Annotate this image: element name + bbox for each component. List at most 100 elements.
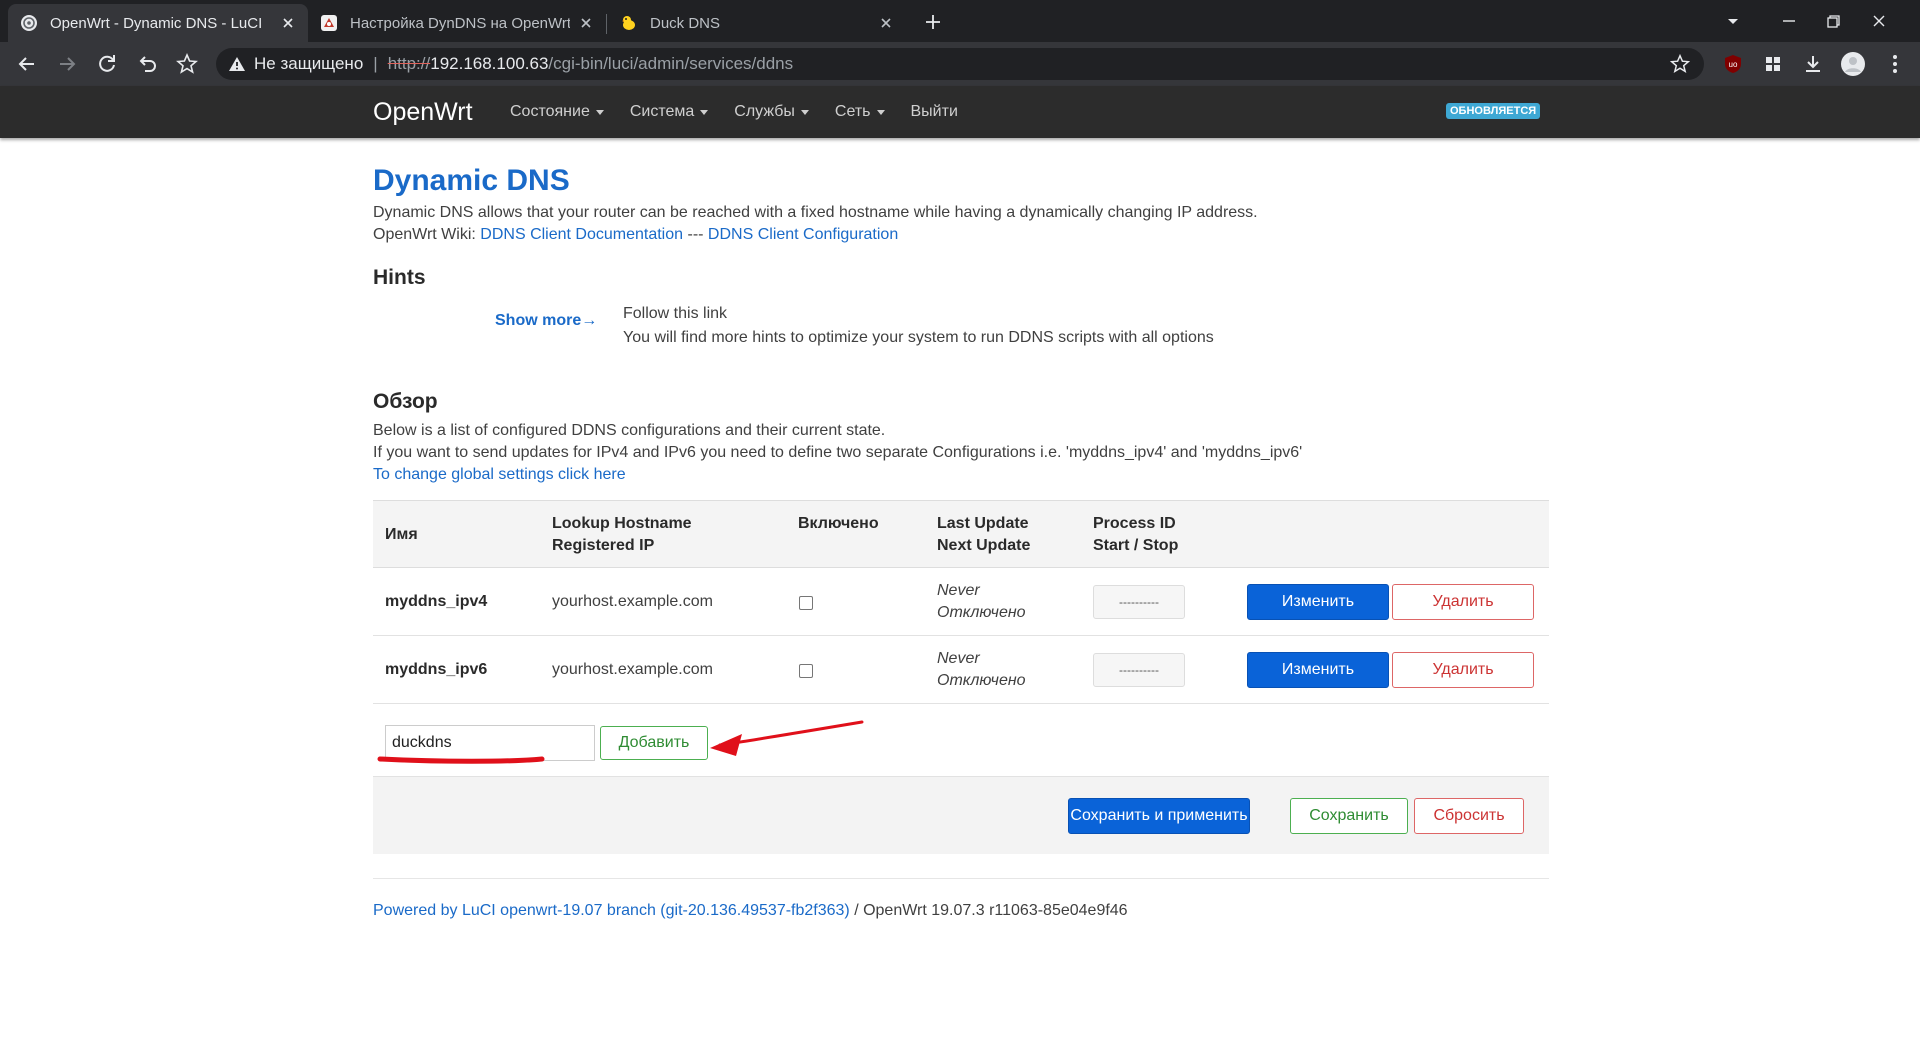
menu-services[interactable]: Службы bbox=[734, 103, 809, 121]
tab-openwrt-ddns[interactable]: OpenWrt - Dynamic DNS - LuCI bbox=[8, 4, 308, 42]
menu-system[interactable]: Система bbox=[629, 103, 709, 121]
update-status: Never Отключено bbox=[937, 580, 1026, 624]
tab-title: Настройка DynDNS на OpenWrt bbox=[350, 14, 570, 32]
menu-network-label: Сеть bbox=[834, 103, 871, 120]
globe-icon bbox=[20, 14, 38, 32]
url-path: /cgi-bin/luci/admin/services/ddns bbox=[548, 54, 794, 73]
menu-network[interactable]: Сеть bbox=[835, 103, 885, 121]
reload-icon[interactable] bbox=[94, 51, 120, 77]
close-tab-icon[interactable] bbox=[578, 15, 594, 31]
browser-tab-strip: OpenWrt - Dynamic DNS - LuCI Настройка D… bbox=[0, 0, 1920, 42]
tab-dyndns-article[interactable]: Настройка DynDNS на OpenWrt bbox=[308, 4, 606, 42]
chevron-down-icon bbox=[876, 109, 885, 115]
edit-button[interactable]: Изменить bbox=[1247, 584, 1389, 620]
download-icon[interactable] bbox=[1800, 51, 1826, 77]
svg-text:uo: uo bbox=[1729, 60, 1738, 69]
ddns-configuration-link[interactable]: DDNS Client Configuration bbox=[708, 226, 898, 243]
overview-global-row: To change global settings click here bbox=[373, 464, 1549, 486]
forward-arrow-icon[interactable] bbox=[54, 51, 80, 77]
edit-button[interactable]: Изменить bbox=[1247, 652, 1389, 688]
header-process-id: Process ID bbox=[1093, 515, 1176, 532]
browser-menu-icon[interactable] bbox=[1882, 51, 1908, 77]
wiki-separator: --- bbox=[687, 226, 704, 243]
menu-status-label: Состояние bbox=[510, 103, 590, 120]
next-update: Отключено bbox=[937, 672, 1026, 689]
header-lookup-hostname: Lookup Hostname bbox=[552, 515, 692, 532]
luci-navbar: OpenWrt Состояние Система Службы Сеть Вы… bbox=[0, 86, 1920, 138]
warning-triangle-icon bbox=[228, 55, 246, 73]
header-enabled: Включено bbox=[798, 515, 879, 532]
security-status[interactable]: Не защищено bbox=[254, 54, 363, 74]
page-content: Dynamic DNS Dynamic DNS allows that your… bbox=[373, 138, 1549, 486]
table-header: Имя Lookup Hostname Registered IP Включе… bbox=[373, 500, 1549, 568]
brand-logo[interactable]: OpenWrt bbox=[373, 98, 473, 127]
browser-toolbar: Не защищено | http://192.168.100.63/cgi-… bbox=[0, 42, 1920, 86]
hint-line-2: You will find more hints to optimize you… bbox=[623, 329, 1214, 346]
close-tab-icon[interactable] bbox=[878, 15, 894, 31]
annotation-arrow-icon bbox=[377, 720, 864, 764]
header-next-update: Next Update bbox=[937, 537, 1031, 554]
new-tab-icon[interactable] bbox=[920, 9, 946, 35]
main-menu: Состояние Система Службы Сеть Выйти bbox=[510, 103, 984, 121]
config-name: myddns_ipv6 bbox=[385, 661, 488, 678]
powered-by-luci-link[interactable]: Powered by LuCI openwrt-19.07 branch (gi… bbox=[373, 902, 850, 919]
save-and-apply-button[interactable]: Сохранить и применить bbox=[1068, 798, 1250, 834]
show-more-link[interactable]: Show more→ bbox=[495, 312, 597, 330]
close-window-icon[interactable] bbox=[1866, 8, 1892, 34]
process-start-stop-button[interactable]: ---------- bbox=[1093, 653, 1185, 687]
ublock-extension-icon[interactable]: uo bbox=[1720, 51, 1746, 77]
tab-title: Duck DNS bbox=[650, 14, 721, 32]
global-settings-link[interactable]: To change global settings click here bbox=[373, 466, 626, 483]
delete-button[interactable]: Удалить bbox=[1392, 652, 1534, 688]
chevron-down-icon bbox=[800, 109, 809, 115]
extensions-grid-icon[interactable] bbox=[1760, 51, 1786, 77]
close-tab-icon[interactable] bbox=[280, 15, 296, 31]
save-button[interactable]: Сохранить bbox=[1290, 798, 1408, 834]
bookmark-page-star-icon[interactable] bbox=[1668, 52, 1692, 76]
menu-logout-label: Выйти bbox=[910, 103, 958, 120]
minimize-icon[interactable] bbox=[1776, 8, 1802, 34]
bookmark-star-icon[interactable] bbox=[174, 51, 200, 77]
header-start-stop: Start / Stop bbox=[1093, 537, 1179, 554]
back-arrow-icon[interactable] bbox=[14, 51, 40, 77]
chevron-down-icon bbox=[595, 109, 604, 115]
header-registered-ip: Registered IP bbox=[552, 537, 655, 554]
address-divider: | bbox=[373, 54, 378, 73]
page-description: Dynamic DNS allows that your router can … bbox=[373, 204, 1258, 221]
hint-line-1: Follow this link bbox=[623, 305, 728, 322]
enabled-checkbox[interactable] bbox=[799, 596, 813, 610]
address-bar[interactable]: Не защищено | http://192.168.100.63/cgi-… bbox=[216, 48, 1704, 80]
hint-text: Follow this link You will find more hint… bbox=[623, 302, 1214, 350]
header-name: Имя bbox=[385, 526, 418, 543]
url-host: 192.168.100.63 bbox=[430, 54, 549, 73]
lookup-hostname: yourhost.example.com bbox=[552, 593, 713, 610]
tab-search-chevron-icon[interactable] bbox=[1720, 8, 1746, 34]
profile-avatar-icon[interactable] bbox=[1840, 51, 1866, 77]
openwrt-version: / OpenWrt 19.07.3 r11063-85e04e9f46 bbox=[849, 902, 1128, 919]
chevron-down-icon bbox=[700, 109, 709, 115]
overview-line-1: Below is a list of configured DDNS confi… bbox=[373, 422, 886, 439]
menu-system-label: Система bbox=[629, 103, 695, 120]
menu-status[interactable]: Состояние bbox=[510, 103, 604, 121]
undo-icon[interactable] bbox=[134, 51, 160, 77]
tab-title: OpenWrt - Dynamic DNS - LuCI bbox=[50, 14, 263, 32]
config-name: myddns_ipv4 bbox=[385, 593, 488, 610]
enabled-checkbox[interactable] bbox=[799, 664, 813, 678]
reset-button[interactable]: Сбросить bbox=[1414, 798, 1524, 834]
tab-separator bbox=[606, 14, 607, 34]
wiki-prefix: OpenWrt Wiki: bbox=[373, 226, 476, 243]
menu-logout[interactable]: Выйти bbox=[911, 103, 958, 121]
process-start-stop-button[interactable]: ---------- bbox=[1093, 585, 1185, 619]
update-status: Never Отключено bbox=[937, 648, 1026, 692]
header-process: Process ID Start / Stop bbox=[1093, 513, 1178, 557]
action-bar: Сохранить и применить Сохранить Сбросить bbox=[373, 776, 1549, 854]
header-update: Last Update Next Update bbox=[937, 513, 1030, 557]
tab-duck-dns[interactable]: Duck DNS bbox=[608, 4, 906, 42]
restore-icon[interactable] bbox=[1820, 8, 1846, 34]
refreshing-badge[interactable]: ОБНОВЛЯЕТСЯ bbox=[1446, 103, 1541, 119]
last-update: Never bbox=[937, 650, 980, 667]
footer-text: Powered by LuCI openwrt-19.07 branch (gi… bbox=[373, 902, 1128, 920]
overview-heading: Обзор bbox=[373, 390, 438, 413]
delete-button[interactable]: Удалить bbox=[1392, 584, 1534, 620]
ddns-documentation-link[interactable]: DDNS Client Documentation bbox=[480, 226, 683, 243]
